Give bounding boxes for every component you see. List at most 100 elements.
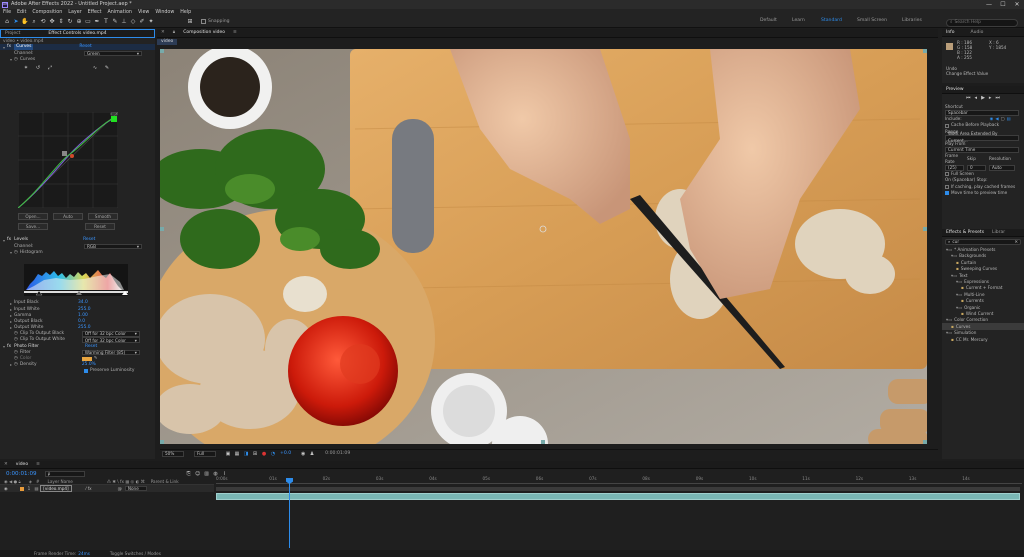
layer-handle[interactable] (160, 49, 164, 53)
eyedropper-icon[interactable]: ✎ (94, 356, 98, 362)
expand-triangle-icon[interactable]: ▸ (10, 307, 12, 312)
tab-timeline-video[interactable]: video (12, 462, 32, 468)
density-value[interactable]: 25.0% (82, 362, 96, 368)
effects-tree-item[interactable]: ▪ CC Mr. Mercury (942, 336, 1024, 342)
color-channel-icon[interactable]: ● (260, 450, 268, 458)
pan-camera-icon[interactable]: ✥ (48, 18, 56, 26)
layer-handle[interactable] (160, 227, 164, 231)
full-screen-checkbox[interactable] (945, 172, 949, 177)
curve-point[interactable] (62, 151, 67, 156)
menu-edit[interactable]: Edit (17, 10, 26, 16)
expand-triangle-icon[interactable]: ▸ (10, 301, 12, 306)
show-snapshot-icon[interactable]: ♟ (308, 450, 316, 458)
menu-file[interactable]: File (3, 10, 11, 16)
curve-pen-icon[interactable]: ∿ (91, 64, 99, 72)
expand-triangle-icon[interactable]: ▾ (3, 238, 5, 243)
if-caching-checkbox[interactable] (945, 184, 949, 189)
workspace-libraries[interactable]: Libraries (902, 18, 922, 24)
first-frame-icon[interactable]: ⏮ (966, 95, 971, 101)
frame-blending-icon[interactable]: ▥ (203, 470, 211, 478)
output-black-value[interactable]: 0.0 (78, 319, 85, 325)
pen-tool-icon[interactable]: ✒ (93, 18, 101, 26)
photo-filter-reset-link[interactable]: Reset (85, 344, 97, 350)
layer-name[interactable]: [video.mp4] (40, 484, 72, 493)
close-button[interactable]: ✕ (1010, 0, 1024, 9)
snapping-checkbox[interactable] (201, 19, 206, 25)
menu-layer[interactable]: Layer (68, 10, 81, 16)
levels-histogram[interactable] (24, 264, 128, 296)
stopwatch-icon[interactable]: ◷ (14, 350, 18, 356)
effects-search-input[interactable]: ⌕ cur ✕ (945, 239, 1021, 245)
curve-rgb-icon[interactable]: ✶ (22, 64, 30, 72)
minimize-button[interactable]: — (982, 0, 996, 9)
roto-brush-icon[interactable]: ✐ (138, 18, 146, 26)
curve-point[interactable] (70, 154, 74, 158)
label-color-swatch[interactable] (19, 486, 24, 491)
menu-composition[interactable]: Composition (32, 10, 62, 16)
timeline-search-input[interactable]: ρ (44, 471, 85, 477)
type-tool-icon[interactable]: T (102, 18, 110, 26)
menu-animation[interactable]: Animation (107, 10, 131, 16)
layer-row[interactable]: ◉ 1 ▤ [video.mp4] ⁄ fx @ None (0, 484, 214, 493)
expand-triangle-icon[interactable]: ▾ (10, 57, 12, 62)
dolly-camera-icon[interactable]: ⇕ (57, 18, 65, 26)
toggle-switches-modes[interactable]: Toggle Switches / Modes (110, 551, 161, 556)
close-icon[interactable]: ✕ (0, 462, 12, 468)
transparency-grid-icon[interactable]: ▦ (233, 450, 241, 458)
tab-composition[interactable]: Composition video (179, 30, 229, 36)
region-of-interest-icon[interactable]: ▣ (224, 450, 232, 458)
rotate-tool-icon[interactable]: ↻ (66, 18, 74, 26)
layer-handle[interactable] (923, 49, 927, 53)
expand-triangle-icon[interactable]: ▸ (10, 319, 12, 324)
shy-layers-icon[interactable]: ☺ (194, 470, 202, 478)
selection-tool-icon[interactable]: ➤ (12, 18, 20, 26)
output-white-value[interactable]: 255.0 (78, 325, 91, 331)
timeline-timecode[interactable]: 0:00:01:09 (6, 471, 37, 478)
eraser-tool-icon[interactable]: ◇ (129, 18, 137, 26)
help-search-input[interactable]: ⌕ Search Help (946, 19, 1018, 27)
fx-icon[interactable]: fx (7, 344, 11, 350)
puppet-pin-icon[interactable]: ✦ (147, 18, 155, 26)
curves-reset-button[interactable]: Reset (85, 223, 115, 230)
fx-icon[interactable]: fx (7, 237, 11, 243)
stopwatch-icon[interactable]: ◷ (14, 362, 18, 368)
curves-reset-link[interactable]: Reset (79, 44, 91, 50)
mask-visibility-icon[interactable]: ◨ (242, 450, 250, 458)
lock-icon[interactable]: 🔒︎ (169, 30, 179, 36)
curve-reset-icon[interactable]: ↺ (34, 64, 42, 72)
parent-link-header[interactable]: Parent & Link (151, 479, 179, 484)
curves-graph[interactable] (18, 112, 118, 208)
expand-triangle-icon[interactable]: ▸ (10, 362, 12, 367)
levels-channel-dropdown[interactable]: RGB ▾ (84, 243, 142, 250)
menu-view[interactable]: View (138, 10, 149, 16)
layer-handle[interactable] (923, 440, 927, 444)
expand-triangle-icon[interactable]: ▾ (3, 45, 5, 50)
composition-viewer[interactable] (160, 49, 927, 444)
zoom-dropdown[interactable]: 50% (162, 451, 184, 457)
pickwhip-icon[interactable]: @ (118, 486, 122, 491)
workspace-learn[interactable]: Learn (792, 18, 805, 24)
exposure-reset-icon[interactable]: ◔ (269, 450, 277, 458)
stopwatch-icon[interactable]: ◷ (14, 331, 18, 337)
close-icon[interactable]: ✕ (157, 30, 169, 36)
snapshot-icon[interactable]: ◉ (299, 450, 307, 458)
color-swatch[interactable] (81, 356, 92, 361)
curves-auto-button[interactable]: Auto (53, 213, 83, 220)
menu-icon[interactable]: ≡ (32, 462, 44, 468)
curves-save-button[interactable]: Save... (18, 223, 48, 230)
layer-name-header[interactable]: Layer Name (48, 479, 73, 484)
menu-window[interactable]: Window (155, 10, 174, 16)
work-area-bar[interactable] (216, 487, 1020, 491)
tab-info[interactable]: Info (942, 30, 959, 36)
parent-dropdown[interactable]: None (124, 486, 147, 491)
move-time-checkbox[interactable] (945, 191, 949, 196)
stopwatch-icon[interactable]: ◷ (14, 356, 18, 362)
prev-frame-icon[interactable]: ◂ (975, 95, 978, 101)
video-toggle-icon[interactable]: ◉ (4, 486, 8, 491)
stopwatch-icon[interactable]: ◷ (14, 57, 18, 63)
layer-handle[interactable] (923, 227, 927, 231)
menu-effect[interactable]: Effect (88, 10, 102, 16)
guide-options-icon[interactable]: ⊞ (251, 450, 259, 458)
include-overlay-icon[interactable]: ▢ (1001, 116, 1005, 122)
curves-smooth-button[interactable]: Smooth (88, 213, 118, 220)
